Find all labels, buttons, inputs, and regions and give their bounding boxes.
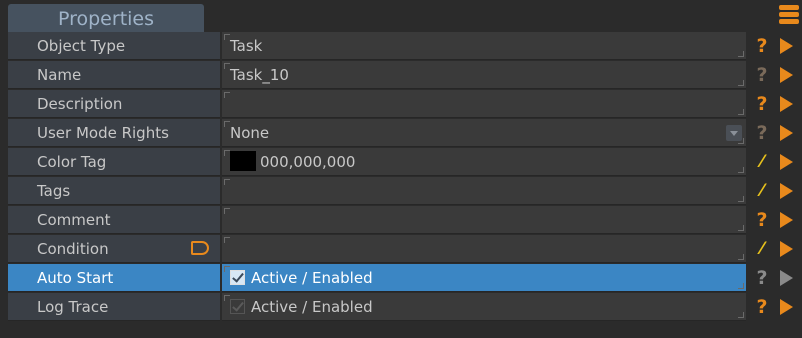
hamburger-menu-icon[interactable] [779,5,799,31]
log-trace-checkbox[interactable] [230,298,245,314]
property-label: Auto Start [8,264,220,292]
color-swatch[interactable] [230,151,256,171]
property-label: User Mode Rights [8,119,220,147]
properties-grid: Object Type Task ? Name Task_10 ? Descri… [8,32,802,322]
property-value-object-type[interactable]: Task [222,32,746,60]
help-icon[interactable]: ? [752,266,772,290]
tab-properties[interactable]: Properties [8,4,204,32]
help-icon[interactable]: ? [752,34,772,58]
panel-footer [0,323,802,338]
property-label: Description [8,90,220,118]
property-label: Object Type [8,32,220,60]
panel-header: Properties [0,0,802,32]
play-arrow-icon[interactable] [780,183,793,199]
log-trace-field[interactable]: Active / Enabled [222,293,746,321]
property-row-auto-start: Auto Start Active / Enabled ? [8,264,802,293]
auto-start-checkbox[interactable] [230,269,245,285]
property-value-text: 000,000,000 [260,153,356,171]
play-arrow-icon[interactable] [780,38,793,54]
color-tag-field[interactable]: 000,000,000 [222,148,746,176]
property-row-log-trace: Log Trace Active / Enabled ? [8,293,802,322]
property-label: Color Tag [8,148,220,176]
user-mode-rights-select[interactable]: None [222,119,746,147]
chevron-down-icon[interactable] [726,125,742,141]
play-arrow-icon[interactable] [780,241,793,257]
play-arrow-icon[interactable] [780,96,793,112]
property-label: Log Trace [8,293,220,321]
property-label: Name [8,61,220,89]
help-icon[interactable]: ? [752,295,772,319]
play-arrow-icon[interactable] [780,67,793,83]
play-arrow-icon[interactable] [780,270,793,286]
property-value-text: None [230,124,270,142]
property-row-object-type: Object Type Task ? [8,32,802,61]
property-value-text: Task [230,37,263,55]
comment-field[interactable] [222,206,746,234]
play-arrow-icon[interactable] [780,154,793,170]
property-label: Tags [8,177,220,205]
play-arrow-icon[interactable] [780,125,793,141]
help-icon[interactable]: ? [752,92,772,116]
auto-start-field[interactable]: Active / Enabled [222,264,746,292]
play-arrow-icon[interactable] [780,212,793,228]
property-row-user-mode-rights: User Mode Rights None ? [8,119,802,148]
help-icon[interactable]: ? [752,63,772,87]
checkbox-label: Active / Enabled [251,269,373,287]
help-icon[interactable]: ? [752,208,772,232]
condition-field[interactable] [222,235,746,263]
description-field[interactable] [222,90,746,118]
property-label: Condition [8,235,220,263]
property-row-color-tag: Color Tag 000,000,000 ⁄ [8,148,802,177]
help-icon[interactable]: ? [752,121,772,145]
condition-icon[interactable] [191,241,209,255]
magic-wand-icon[interactable]: ⁄ [752,237,772,261]
property-value-text: Task_10 [230,66,289,84]
property-row-tags: Tags ⁄ [8,177,802,206]
magic-wand-icon[interactable]: ⁄ [752,179,772,203]
property-row-condition: Condition ⁄ [8,235,802,264]
magic-wand-icon[interactable]: ⁄ [752,150,772,174]
property-row-name: Name Task_10 ? [8,61,802,90]
property-row-comment: Comment ? [8,206,802,235]
property-label-text: Condition [37,240,109,258]
play-arrow-icon[interactable] [780,299,793,315]
checkbox-label: Active / Enabled [251,298,373,316]
property-row-description: Description ? [8,90,802,119]
property-label: Comment [8,206,220,234]
tags-field[interactable] [222,177,746,205]
name-field[interactable]: Task_10 [222,61,746,89]
